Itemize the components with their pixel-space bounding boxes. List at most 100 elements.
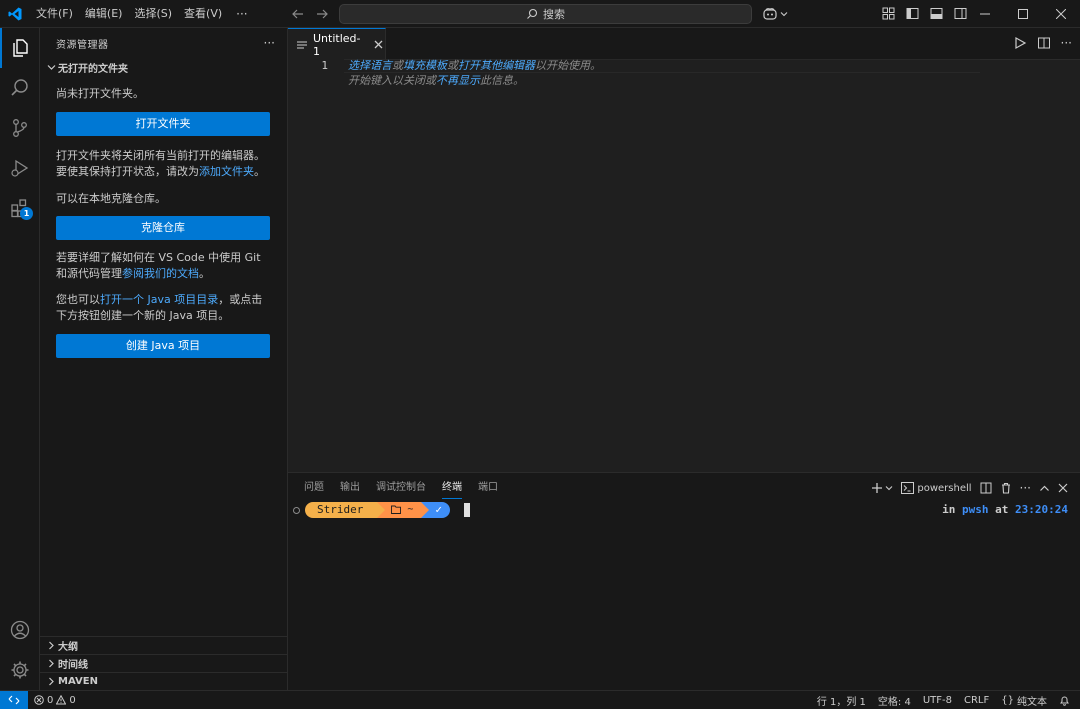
more-actions-icon[interactable]: ··· xyxy=(1061,36,1072,50)
accounts-icon[interactable] xyxy=(0,610,40,650)
menu-edit[interactable]: 编辑(E) xyxy=(79,0,129,28)
chevron-down-icon[interactable] xyxy=(885,480,893,496)
terminal-name: powershell xyxy=(917,482,972,494)
maximize-panel-icon[interactable] xyxy=(1039,480,1050,496)
line-number: 1 xyxy=(321,59,328,72)
open-java-project-link[interactable]: 打开一个 Java 项目目录 xyxy=(100,293,218,306)
add-folder-link[interactable]: 添加文件夹 xyxy=(199,165,254,178)
copilot-menu[interactable] xyxy=(762,5,788,23)
create-java-project-button[interactable]: 创建 Java 项目 xyxy=(56,334,270,358)
tab-problems[interactable]: 问题 xyxy=(304,481,324,499)
problems-status[interactable]: 0 0 xyxy=(28,695,82,706)
close-icon[interactable] xyxy=(373,38,385,52)
editor-area[interactable]: 1 选择语言或填充模板或打开其他编辑器以开始使用。 开始键入以关闭或不再显示此信… xyxy=(288,59,1080,472)
window-controls xyxy=(966,0,1080,28)
info-text: 。 xyxy=(254,165,265,178)
open-other-editor-link[interactable]: 打开其他编辑器 xyxy=(458,59,535,72)
search-label: 搜索 xyxy=(543,8,565,21)
extensions-badge: 1 xyxy=(20,207,33,220)
remote-indicator-icon[interactable] xyxy=(0,690,28,709)
source-control-icon[interactable] xyxy=(0,108,40,148)
segment-arrow xyxy=(421,502,430,518)
split-terminal-icon[interactable] xyxy=(980,480,992,496)
indentation[interactable]: 空格: 4 xyxy=(872,693,917,708)
select-language-link[interactable]: 选择语言 xyxy=(348,59,392,72)
close-panel-icon[interactable] xyxy=(1058,480,1068,496)
rprompt-shell: pwsh xyxy=(962,503,989,516)
search-view-icon[interactable] xyxy=(0,68,40,108)
timeline-section-header[interactable]: 时间线 xyxy=(40,654,288,672)
outline-section-header[interactable]: 大纲 xyxy=(40,636,288,654)
menu-view[interactable]: 查看(V) xyxy=(178,0,228,28)
terminal-view[interactable]: Strider ~ ✓ in pwsh at 23:20:24 xyxy=(288,501,1080,527)
hint-text: 开始键入以关闭或 xyxy=(348,74,436,87)
forward-arrow-icon[interactable] xyxy=(314,6,330,22)
tab-terminal[interactable]: 终端 xyxy=(442,481,462,499)
panel-tabs: 问题 输出 调试控制台 终端 端口 xyxy=(304,481,498,499)
customize-layout-icon[interactable] xyxy=(880,5,896,21)
explorer-icon[interactable] xyxy=(0,28,40,68)
editor-hint-line-1: 选择语言或填充模板或打开其他编辑器以开始使用。 xyxy=(348,59,601,73)
language-label: 纯文本 xyxy=(1017,697,1047,708)
split-editor-icon[interactable] xyxy=(1037,36,1051,50)
run-icon[interactable] xyxy=(1013,36,1027,50)
end-of-line[interactable]: CRLF xyxy=(958,695,995,706)
status-bar: 0 0 行 1，列 1 空格: 4 UTF-8 CRLF {} 纯文本 xyxy=(0,690,1080,709)
minimize-icon[interactable] xyxy=(966,0,1004,28)
file-lines-icon xyxy=(296,39,308,51)
notifications-bell-icon[interactable] xyxy=(1053,695,1076,706)
explorer-more-button[interactable]: ··· xyxy=(264,36,275,50)
trash-icon[interactable] xyxy=(1000,480,1012,496)
explorer-header: 资源管理器 ··· xyxy=(40,28,287,58)
command-decoration-icon xyxy=(293,507,300,514)
search-icon xyxy=(526,8,538,20)
run-debug-icon[interactable] xyxy=(0,148,40,188)
dont-show-again-link[interactable]: 不再显示 xyxy=(436,74,480,87)
tab-untitled-1[interactable]: Untitled-1 xyxy=(288,28,386,60)
explorer-sidebar: 资源管理器 ··· 无打开的文件夹 尚未打开文件夹。 打开文件夹 打开文件夹将关… xyxy=(40,28,288,690)
panel-more-icon[interactable]: ··· xyxy=(1020,480,1031,496)
manage-gear-icon[interactable] xyxy=(0,650,40,690)
terminal-selector[interactable]: powershell xyxy=(901,480,972,496)
open-folder-info: 打开文件夹将关闭所有当前打开的编辑器。要使其保持打开状态，请改为添加文件夹。 xyxy=(56,148,270,180)
menu-more-button[interactable]: ··· xyxy=(228,7,255,21)
no-folder-section-header[interactable]: 无打开的文件夹 xyxy=(40,58,287,76)
no-folder-text: 尚未打开文件夹。 xyxy=(56,87,144,100)
toggle-primary-sidebar-icon[interactable] xyxy=(904,5,920,21)
chevron-down-icon xyxy=(780,10,788,18)
command-center-search[interactable]: 搜索 xyxy=(339,4,752,24)
terminal-icon xyxy=(901,482,915,494)
hint-text: 或 xyxy=(392,59,403,72)
encoding[interactable]: UTF-8 xyxy=(917,695,958,706)
docs-link[interactable]: 参阅我们的文档 xyxy=(122,267,199,280)
extensions-icon[interactable]: 1 xyxy=(0,188,40,228)
back-arrow-icon[interactable] xyxy=(290,6,306,22)
menu-bar: 文件(F) 编辑(E) 选择(S) 查看(V) ··· xyxy=(30,0,256,28)
new-terminal-icon[interactable] xyxy=(871,480,883,496)
toggle-panel-icon[interactable] xyxy=(928,5,944,21)
menu-file[interactable]: 文件(F) xyxy=(30,0,79,28)
open-folder-button[interactable]: 打开文件夹 xyxy=(56,112,270,136)
warning-icon xyxy=(56,695,67,705)
close-window-icon[interactable] xyxy=(1042,0,1080,28)
editor-tabs: Untitled-1 ··· xyxy=(288,28,1080,60)
status-bar-right: 行 1，列 1 空格: 4 UTF-8 CRLF {} 纯文本 xyxy=(811,691,1076,709)
java-info: 您也可以打开一个 Java 项目目录，或点击下方按钮创建一个新的 Java 项目… xyxy=(56,292,270,324)
clone-repo-button[interactable]: 克隆仓库 xyxy=(56,216,270,240)
chevron-right-icon xyxy=(44,659,58,668)
cursor-position[interactable]: 行 1，列 1 xyxy=(811,693,872,708)
maven-section-header[interactable]: MAVEN xyxy=(40,672,288,690)
tab-output[interactable]: 输出 xyxy=(340,481,360,499)
tab-debug-console[interactable]: 调试控制台 xyxy=(376,481,426,499)
vscode-logo-icon[interactable] xyxy=(0,0,30,28)
error-icon xyxy=(34,695,44,705)
editor-hint-line-2: 开始键入以关闭或不再显示此信息。 xyxy=(348,74,524,88)
tab-ports[interactable]: 端口 xyxy=(478,481,498,499)
collapsed-sections: 大纲 时间线 MAVEN xyxy=(40,636,288,690)
maximize-icon[interactable] xyxy=(1004,0,1042,28)
menu-selection[interactable]: 选择(S) xyxy=(128,0,178,28)
fill-template-link[interactable]: 填充模板 xyxy=(403,59,447,72)
language-mode[interactable]: {} 纯文本 xyxy=(995,693,1053,708)
maven-label: MAVEN xyxy=(58,676,98,687)
info-text: 。 xyxy=(199,267,210,280)
